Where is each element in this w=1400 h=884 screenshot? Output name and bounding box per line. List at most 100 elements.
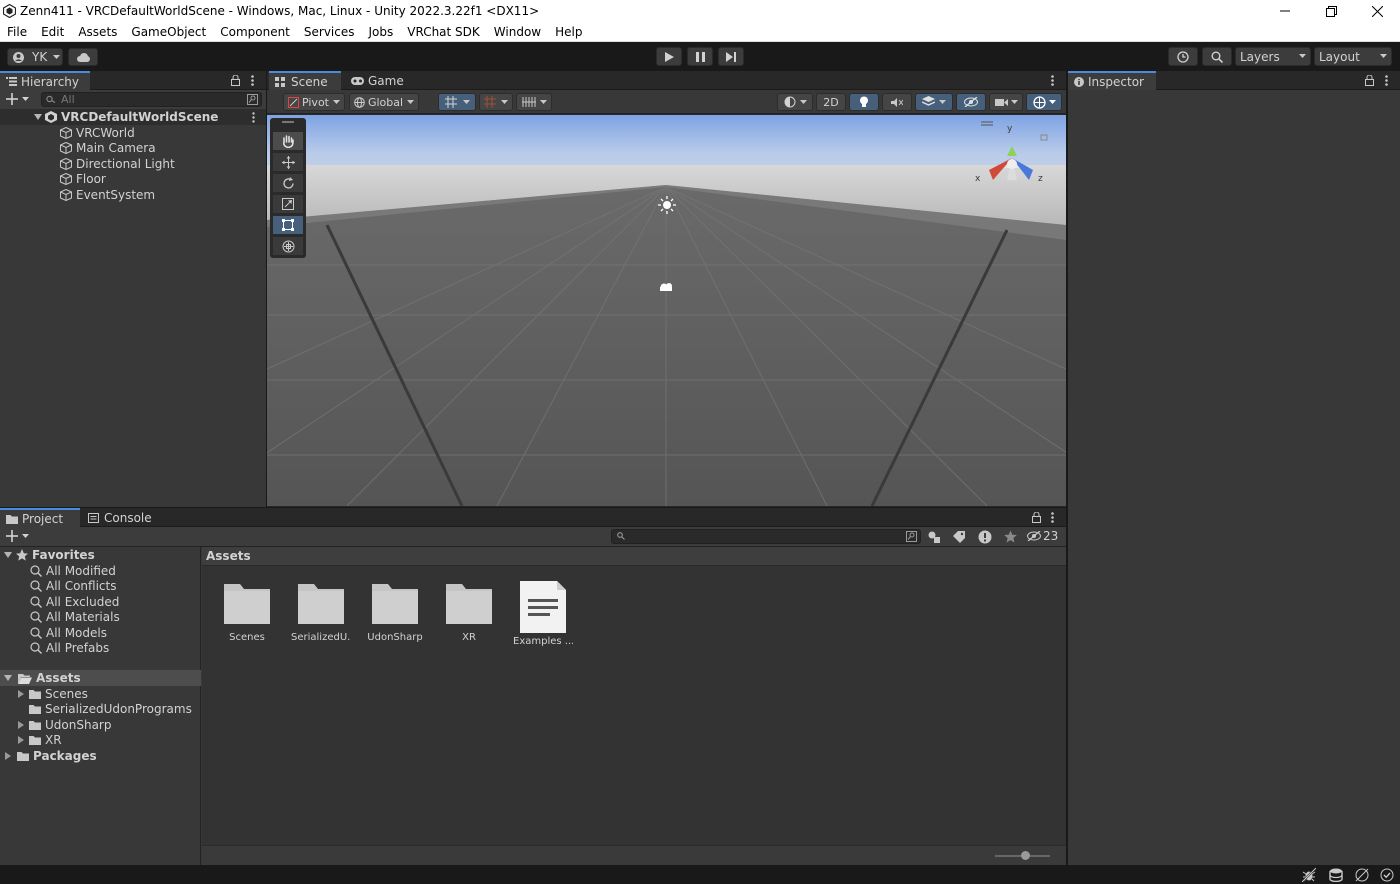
cache-server-icon[interactable] [1329, 868, 1343, 882]
breadcrumb-assets[interactable]: Assets [206, 549, 251, 563]
restore-button[interactable] [1308, 0, 1354, 22]
mode-2d-button[interactable]: 2D [816, 93, 846, 111]
gizmos-dropdown[interactable] [1026, 93, 1062, 111]
hand-tool-button[interactable] [273, 132, 303, 150]
asset-folder-item[interactable]: XR [18, 732, 62, 748]
search-by-label-icon[interactable] [953, 531, 965, 543]
log-error-icon[interactable] [978, 530, 992, 544]
asset-tile[interactable]: Scenes [217, 582, 277, 643]
search-filter-icon[interactable] [906, 531, 917, 542]
play-button[interactable] [656, 47, 682, 66]
lock-icon[interactable] [1365, 75, 1374, 86]
slider-thumb[interactable] [1021, 851, 1030, 860]
hierarchy-item[interactable]: VRCWorld [60, 125, 135, 141]
asset-tile[interactable]: Examples ... [513, 580, 573, 647]
scene-row[interactable]: VRCDefaultWorldScene [0, 109, 266, 125]
asset-tile[interactable]: XR [439, 582, 499, 643]
grid-increment-button[interactable] [479, 93, 513, 111]
check-circle-icon[interactable] [1380, 868, 1394, 882]
favorite-item[interactable]: All Modified [30, 563, 116, 579]
kebab-menu-icon[interactable] [1385, 75, 1388, 86]
asset-folder-item[interactable]: SerializedUdonPrograms [18, 701, 192, 717]
step-button[interactable] [718, 47, 744, 66]
search-filter-icon[interactable] [247, 94, 258, 105]
hierarchy-search-input[interactable]: All [41, 92, 262, 107]
favorite-item[interactable]: All Excluded [30, 594, 119, 610]
history-button[interactable] [1168, 47, 1198, 66]
scene-visibility-toggle[interactable] [956, 93, 986, 111]
asset-tile[interactable]: UdonSharp [365, 582, 425, 643]
lighting-toggle[interactable] [849, 93, 879, 111]
asset-tile[interactable]: SerializedU... [291, 582, 351, 643]
menu-vrchat-sdk[interactable]: VRChat SDK [407, 25, 480, 39]
hierarchy-item[interactable]: EventSystem [60, 187, 155, 203]
scale-tool-button[interactable] [273, 195, 303, 213]
orientation-gizmo[interactable]: y x z [967, 120, 1057, 200]
menu-edit[interactable]: Edit [41, 25, 64, 39]
create-asset-button[interactable] [6, 530, 30, 542]
camera-dropdown[interactable] [989, 93, 1023, 111]
expand-arrow-icon[interactable] [34, 113, 42, 121]
minimize-button[interactable] [1262, 0, 1308, 22]
favorite-item[interactable]: All Conflicts [30, 578, 116, 594]
search-by-type-icon[interactable] [928, 531, 941, 543]
effects-dropdown[interactable] [915, 93, 953, 111]
tab-game[interactable]: Game [345, 71, 415, 90]
account-dropdown[interactable]: YK [7, 48, 63, 66]
drag-handle-icon[interactable] [282, 121, 294, 123]
add-object-button[interactable] [6, 93, 30, 105]
tab-hierarchy[interactable]: Hierarchy [0, 71, 90, 90]
asset-folder-item[interactable]: Scenes [18, 686, 88, 702]
tab-project[interactable]: Project [0, 508, 80, 527]
search-button[interactable] [1202, 47, 1232, 66]
favorite-item[interactable]: All Materials [30, 609, 120, 625]
menu-file[interactable]: File [7, 25, 27, 39]
favorite-star-icon[interactable] [1004, 530, 1017, 543]
hierarchy-item[interactable]: Main Camera [60, 140, 156, 156]
hidden-packages-toggle[interactable]: 23 [1027, 529, 1058, 543]
debug-bug-icon[interactable] [1302, 868, 1316, 882]
layout-dropdown[interactable]: Layout [1314, 47, 1392, 66]
global-dropdown[interactable]: Global [349, 93, 419, 111]
tab-console[interactable]: Console [82, 508, 162, 527]
close-button[interactable] [1354, 0, 1400, 22]
menu-component[interactable]: Component [220, 25, 290, 39]
transform-tool-button[interactable] [273, 237, 303, 255]
lock-icon[interactable] [1032, 512, 1041, 523]
shading-mode-dropdown[interactable] [777, 93, 813, 111]
menu-window[interactable]: Window [494, 25, 541, 39]
rect-tool-button[interactable] [273, 216, 303, 234]
asset-folder-item[interactable]: UdonSharp [18, 717, 111, 733]
lock-icon[interactable] [231, 75, 240, 86]
auto-generate-lighting-icon[interactable] [1355, 868, 1369, 882]
tab-inspector[interactable]: Inspector [1068, 71, 1156, 90]
pivot-dropdown[interactable]: Pivot [283, 93, 345, 111]
kebab-menu-icon[interactable] [252, 112, 255, 123]
grid-snap-button[interactable] [438, 93, 476, 111]
assets-root[interactable]: Assets [0, 670, 201, 686]
menu-assets[interactable]: Assets [78, 25, 117, 39]
favorites-header[interactable]: Favorites [0, 547, 201, 563]
scene-viewport[interactable]: y x z [267, 115, 1066, 506]
layers-dropdown[interactable]: Layers [1235, 47, 1311, 66]
audio-toggle[interactable] [882, 93, 912, 111]
packages-root[interactable]: Packages [0, 748, 97, 764]
pause-button[interactable] [687, 47, 713, 66]
menu-help[interactable]: Help [555, 25, 582, 39]
project-search-input[interactable] [611, 529, 921, 544]
tab-scene[interactable]: Scene [269, 71, 341, 90]
favorite-item[interactable]: All Prefabs [30, 640, 109, 656]
icon-size-slider[interactable] [995, 851, 1050, 860]
menu-jobs[interactable]: Jobs [369, 25, 394, 39]
kebab-menu-icon[interactable] [251, 75, 254, 86]
cloud-button[interactable] [68, 48, 98, 66]
kebab-menu-icon[interactable] [1051, 75, 1054, 86]
grid-visibility-button[interactable] [516, 93, 552, 111]
hierarchy-item[interactable]: Directional Light [60, 156, 175, 172]
favorite-item[interactable]: All Models [30, 625, 107, 641]
move-tool-button[interactable] [273, 153, 303, 171]
hierarchy-item[interactable]: Floor [60, 171, 106, 187]
menu-gameobject[interactable]: GameObject [131, 25, 206, 39]
kebab-menu-icon[interactable] [1051, 512, 1054, 523]
menu-services[interactable]: Services [304, 25, 355, 39]
